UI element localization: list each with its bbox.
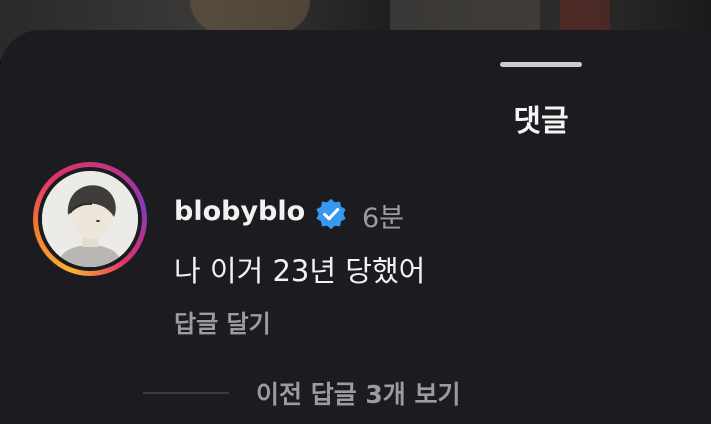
background-shape — [560, 0, 610, 30]
reply-button[interactable]: 답글 달기 — [174, 304, 271, 339]
avatar[interactable] — [42, 171, 138, 267]
comment-username[interactable]: blobyblo — [174, 196, 305, 227]
avatar-story-ring[interactable] — [33, 162, 147, 276]
comment-text: 나 이거 23년 당했어 — [174, 254, 426, 288]
replies-divider — [143, 392, 229, 394]
sheet-title: 댓글 — [513, 104, 569, 139]
avatar-image — [42, 171, 138, 267]
background-shape — [390, 0, 540, 30]
verified-badge-icon — [316, 198, 346, 230]
view-previous-replies-button[interactable]: 이전 답글 3개 보기 — [256, 375, 461, 411]
comment-timestamp: 6분 — [362, 203, 405, 234]
background-shape — [190, 0, 310, 34]
sheet-drag-handle[interactable] — [500, 62, 582, 67]
